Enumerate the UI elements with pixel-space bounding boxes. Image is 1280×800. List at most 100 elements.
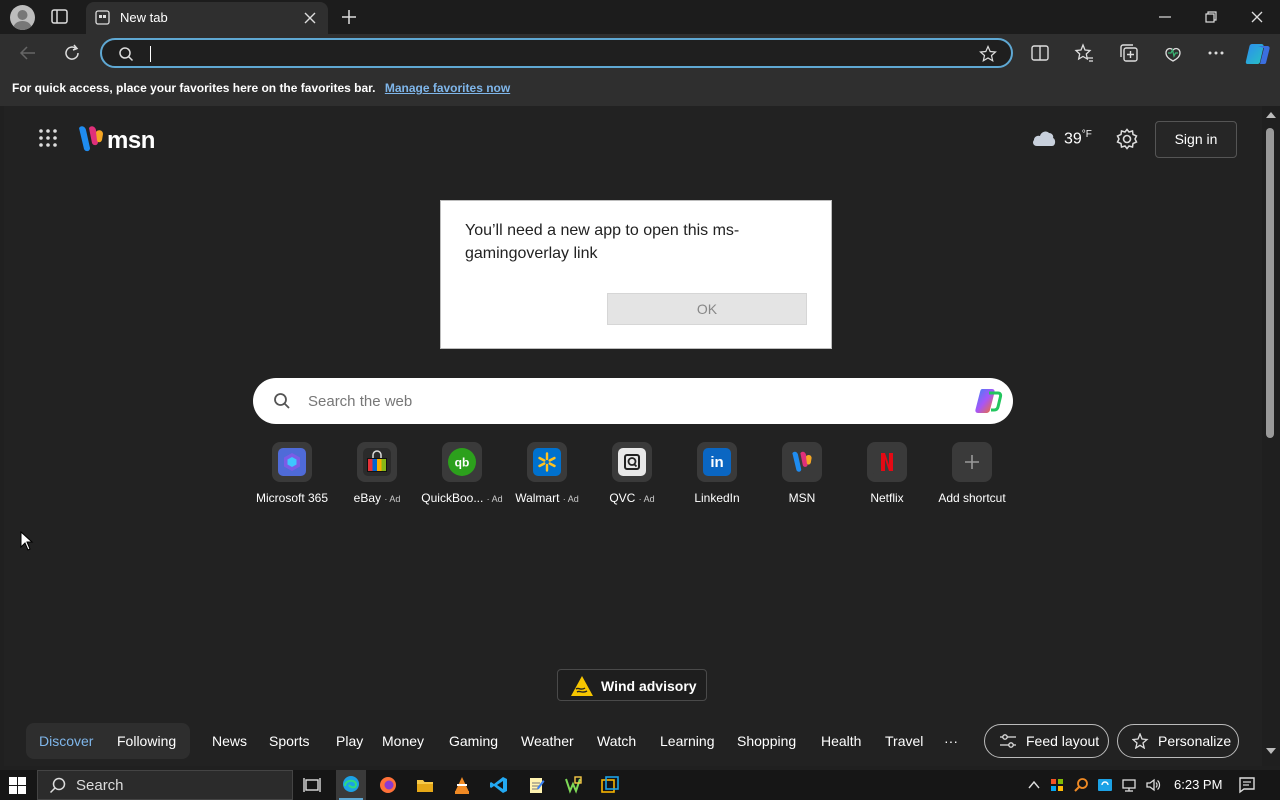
ok-button[interactable]: OK: [607, 293, 807, 325]
feed-layout-button[interactable]: Feed layout: [984, 724, 1109, 758]
shortcut-tile: [952, 442, 992, 482]
mouse-cursor-icon: [20, 531, 34, 551]
favorites-bar-message: For quick access, place your favorites h…: [12, 81, 376, 95]
show-hidden-icons-chevron-icon[interactable]: [1026, 777, 1042, 793]
nav-health[interactable]: Health: [821, 733, 861, 749]
more-icon[interactable]: [1206, 43, 1226, 63]
netflix-icon: [873, 448, 901, 476]
network-icon[interactable]: [1121, 777, 1137, 793]
microsoft-365-icon: [278, 448, 306, 476]
shortcut-add[interactable]: Add shortcut: [929, 442, 1015, 505]
manage-favorites-link[interactable]: Manage favorites now: [385, 81, 510, 95]
shortcut-tile: in: [697, 442, 737, 482]
nav-play[interactable]: Play: [336, 733, 363, 749]
nav-money[interactable]: Money: [382, 733, 424, 749]
minimize-icon[interactable]: [1156, 8, 1174, 26]
tab-following[interactable]: Following: [117, 733, 176, 749]
qvc-icon: [618, 448, 646, 476]
app-icon[interactable]: [563, 775, 583, 795]
taskbar-search-label: Search: [76, 777, 124, 794]
nav-more-icon[interactable]: ···: [944, 733, 958, 749]
favorite-star-icon[interactable]: [979, 45, 997, 63]
notepad-icon[interactable]: [526, 775, 546, 795]
tray-app-icon[interactable]: [1049, 777, 1065, 793]
vscode-icon[interactable]: [489, 775, 509, 795]
nav-travel[interactable]: Travel: [885, 733, 923, 749]
nav-weather[interactable]: Weather: [521, 733, 574, 749]
address-input[interactable]: [156, 44, 916, 64]
tab-title: New tab: [120, 10, 168, 25]
address-bar[interactable]: [100, 38, 1013, 68]
web-search-placeholder: Search the web: [308, 393, 413, 410]
nav-shopping[interactable]: Shopping: [737, 733, 796, 749]
dialog-message: You’ll need a new app to open this ms-ga…: [465, 222, 740, 262]
app2-icon[interactable]: [600, 775, 620, 795]
nav-news[interactable]: News: [212, 733, 247, 749]
nav-learning[interactable]: Learning: [660, 733, 715, 749]
shortcut-tile: [357, 442, 397, 482]
task-view-icon[interactable]: [302, 775, 322, 795]
split-screen-icon[interactable]: [1030, 43, 1050, 63]
page-scrollbar[interactable]: [1262, 106, 1280, 766]
shortcut-linkedin[interactable]: in LinkedIn: [674, 442, 760, 505]
close-icon[interactable]: [1248, 8, 1266, 26]
copilot-icon[interactable]: [973, 387, 1003, 415]
browser-essentials-icon[interactable]: [1163, 43, 1183, 63]
taskbar: Search 6:23 PM: [0, 770, 1280, 800]
shortcut-ebay[interactable]: eBay · Ad: [334, 442, 420, 505]
shortcut-netflix[interactable]: Netflix: [844, 442, 930, 505]
scroll-thumb[interactable]: [1266, 128, 1274, 438]
browser-toolbar: [0, 34, 1280, 72]
search-icon: [118, 46, 134, 62]
copilot-icon[interactable]: [1245, 42, 1271, 66]
wind-advisory-button[interactable]: Wind advisory: [557, 669, 707, 701]
shortcut-tile: [527, 442, 567, 482]
weather-temperature[interactable]: 39°F: [1064, 129, 1092, 148]
profile-icon[interactable]: [10, 5, 35, 30]
settings-gear-icon[interactable]: [1116, 128, 1138, 150]
walmart-icon: [533, 448, 561, 476]
windows-start-icon[interactable]: [9, 777, 26, 794]
tray-search-icon[interactable]: [1073, 777, 1089, 793]
nav-watch[interactable]: Watch: [597, 733, 636, 749]
tab-close-icon[interactable]: [303, 11, 317, 25]
shortcut-microsoft-365[interactable]: Microsoft 365: [249, 442, 335, 505]
personalize-button[interactable]: Personalize: [1117, 724, 1239, 758]
edge-taskbar-button[interactable]: [336, 770, 366, 800]
shortcut-label: Add shortcut: [938, 491, 1006, 505]
taskbar-search-box[interactable]: Search: [37, 770, 293, 800]
apps-grid-icon[interactable]: [38, 128, 58, 148]
favorites-icon[interactable]: [1074, 43, 1094, 63]
volume-icon[interactable]: [1145, 777, 1161, 793]
taskbar-clock[interactable]: 6:23 PM: [1174, 777, 1222, 792]
firefox-icon[interactable]: [378, 775, 398, 795]
nav-gaming[interactable]: Gaming: [449, 733, 498, 749]
shortcut-tile: [272, 442, 312, 482]
tab-actions-icon[interactable]: [50, 8, 70, 26]
restore-icon[interactable]: [1202, 8, 1220, 26]
tab-discover[interactable]: Discover: [39, 733, 93, 749]
temperature-value: 39: [1064, 130, 1082, 148]
collections-icon[interactable]: [1119, 43, 1139, 63]
shortcut-tile: [867, 442, 907, 482]
back-icon[interactable]: [18, 43, 38, 63]
scroll-down-icon[interactable]: [1266, 748, 1276, 754]
sign-in-button[interactable]: Sign in: [1155, 121, 1237, 158]
tab-new-tab[interactable]: New tab: [86, 2, 328, 34]
scroll-up-icon[interactable]: [1266, 112, 1276, 118]
refresh-icon[interactable]: [62, 43, 82, 63]
nav-sports[interactable]: Sports: [269, 733, 309, 749]
tray-update-icon[interactable]: [1097, 777, 1113, 793]
cloud-icon[interactable]: [1030, 128, 1058, 148]
web-search-box[interactable]: Search the web: [253, 378, 1013, 424]
shortcut-qvc[interactable]: QVC · Ad: [589, 442, 675, 505]
shortcut-quickbooks[interactable]: qb QuickBoo... · Ad: [419, 442, 505, 505]
vlc-icon[interactable]: [452, 775, 472, 795]
shortcut-msn[interactable]: MSN: [759, 442, 845, 505]
shortcut-tile: [782, 442, 822, 482]
file-explorer-icon[interactable]: [415, 775, 435, 795]
svg-text:in: in: [710, 454, 723, 471]
notifications-icon[interactable]: [1238, 776, 1256, 794]
shortcut-walmart[interactable]: Walmart · Ad: [504, 442, 590, 505]
new-tab-icon[interactable]: [339, 7, 359, 27]
